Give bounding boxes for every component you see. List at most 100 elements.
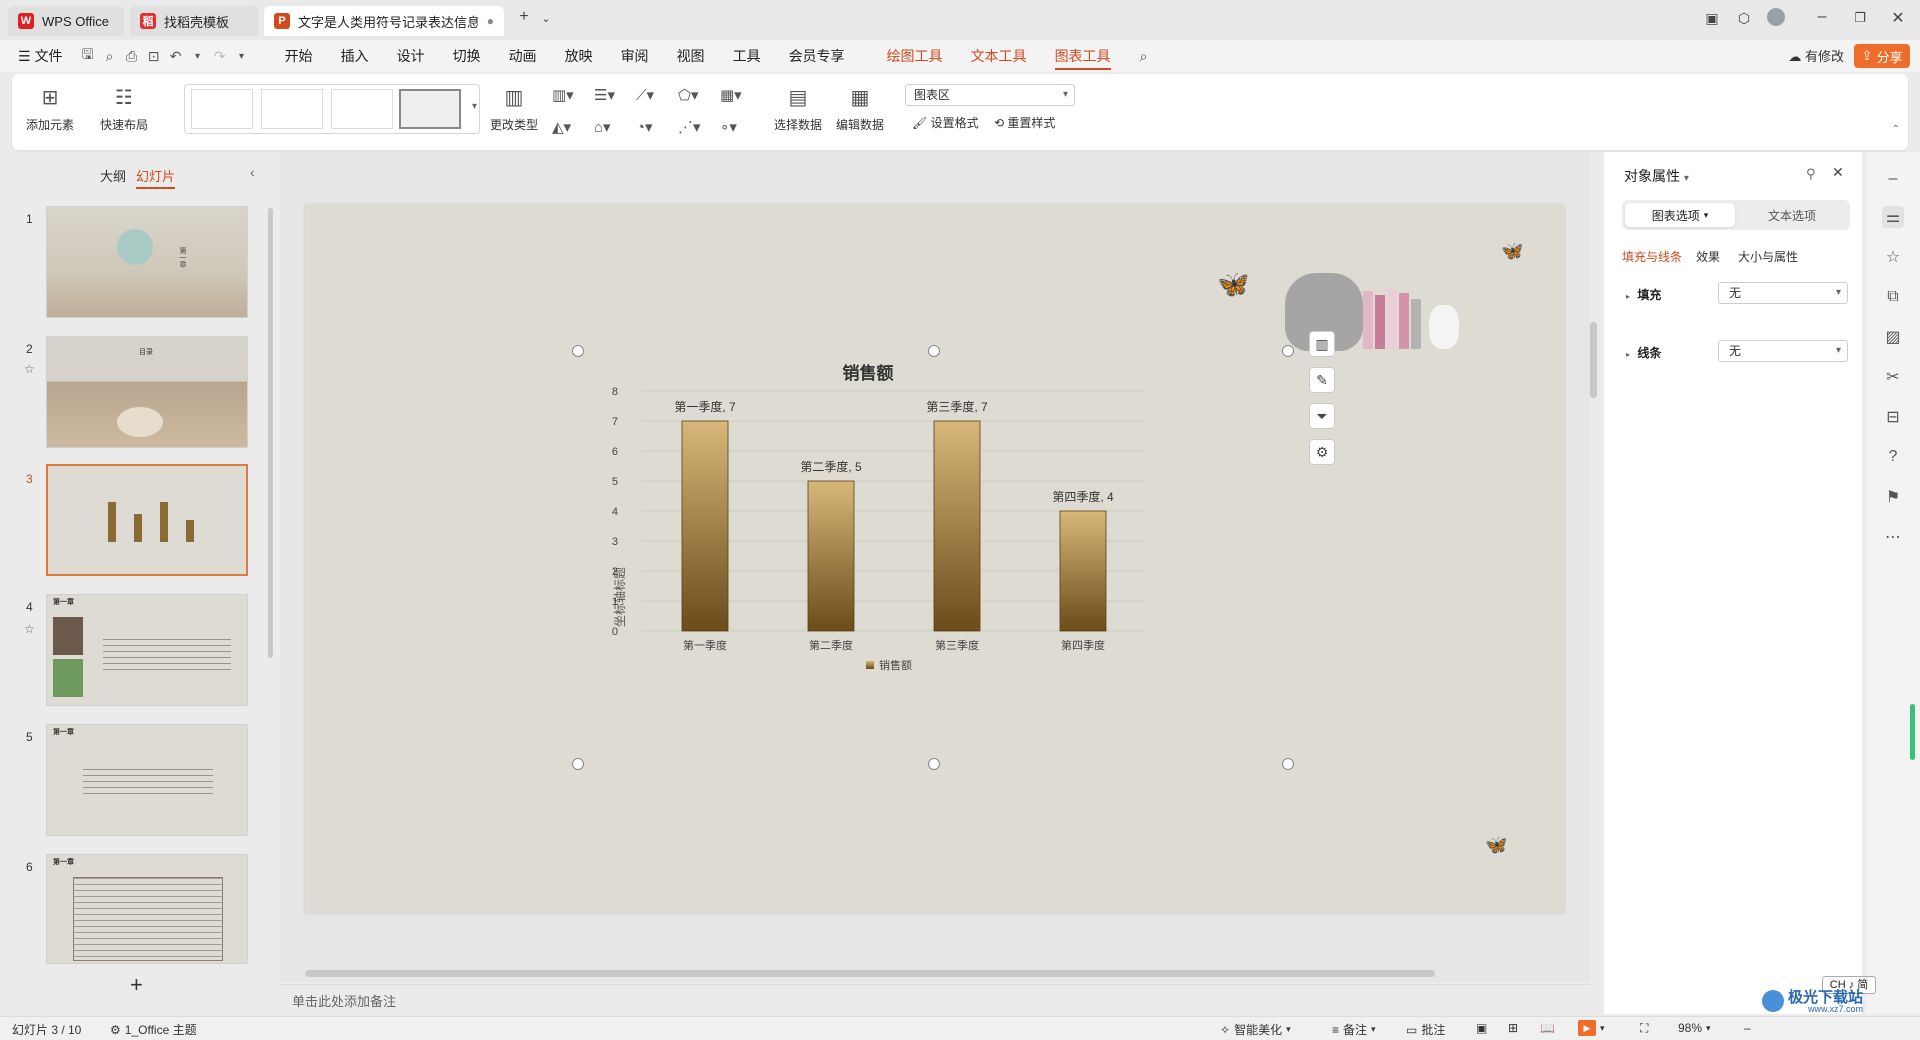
- line-select[interactable]: 无 ▾: [1718, 340, 1848, 362]
- image-icon[interactable]: ▨: [1882, 326, 1904, 348]
- notes-button[interactable]: ≡ 备注 ▾: [1332, 1021, 1376, 1038]
- tab-outline[interactable]: 大纲: [100, 166, 126, 185]
- data-label[interactable]: 第一季度, 7: [674, 399, 736, 414]
- menu-slideshow[interactable]: 放映: [551, 40, 607, 72]
- data-label[interactable]: 第三季度, 7: [926, 399, 988, 414]
- search-doc-icon[interactable]: ⌕: [99, 45, 121, 67]
- set-format-button[interactable]: 🖌 设置格式: [912, 114, 979, 131]
- bar[interactable]: [1059, 510, 1107, 632]
- chart-elements-button[interactable]: ▥: [1309, 331, 1335, 357]
- line-section[interactable]: ▸ 线条: [1626, 344, 1661, 361]
- chart-style-4[interactable]: [399, 89, 461, 129]
- size-properties-tab[interactable]: 大小与属性: [1738, 248, 1798, 265]
- minimize-icon[interactable]: –: [1810, 8, 1834, 26]
- menu-view[interactable]: 视图: [663, 40, 719, 72]
- line-chart-icon[interactable]: ⟋▾: [636, 86, 654, 104]
- chart-style-button[interactable]: ✎: [1309, 367, 1335, 393]
- star-icon[interactable]: ☆: [1882, 246, 1904, 268]
- avatar[interactable]: [1764, 8, 1788, 31]
- theme-indicator[interactable]: ⚙ 1_Office 主题: [110, 1021, 197, 1038]
- add-slide-button[interactable]: +: [130, 972, 143, 998]
- menu-start[interactable]: 开始: [271, 40, 327, 72]
- more-icon[interactable]: ⋯: [1882, 526, 1904, 548]
- play-button[interactable]: ▶ ▾: [1578, 1020, 1605, 1036]
- menu-design[interactable]: 设计: [383, 40, 439, 72]
- menu-tools[interactable]: 工具: [719, 40, 775, 72]
- slide-thumbnail-6[interactable]: 第一章: [46, 854, 248, 964]
- panel-title[interactable]: 对象属性 ▾: [1624, 166, 1689, 186]
- new-tab-button[interactable]: +: [512, 8, 536, 26]
- collapse-ribbon-icon[interactable]: ⌃: [1892, 124, 1900, 135]
- menu-chart-tools[interactable]: 图表工具: [1041, 40, 1125, 72]
- chart-options-tab[interactable]: 图表选项 ▾: [1625, 203, 1735, 227]
- tools-icon[interactable]: ✂: [1882, 366, 1904, 388]
- menu-text-tools[interactable]: 文本工具: [957, 40, 1041, 72]
- close-panel-icon[interactable]: ✕: [1832, 164, 1844, 181]
- restore-icon[interactable]: ❐: [1848, 10, 1872, 26]
- slide-panel-scrollbar[interactable]: [268, 208, 273, 658]
- print-icon[interactable]: ⎙: [121, 45, 143, 67]
- comment-button[interactable]: ▭ 批注: [1406, 1021, 1445, 1038]
- menu-review[interactable]: 审阅: [607, 40, 663, 72]
- slide-thumbnail-1[interactable]: 第一章: [46, 206, 248, 318]
- bar[interactable]: [681, 420, 729, 632]
- smart-beautify-button[interactable]: ✧ 智能美化 ▾: [1220, 1021, 1291, 1038]
- resize-handle[interactable]: [1282, 758, 1294, 770]
- chevron-down-icon[interactable]: ▾: [231, 45, 253, 67]
- pie-chart-icon[interactable]: ◔▾: [636, 118, 653, 136]
- edit-data-button[interactable]: ▦ 编辑数据: [836, 84, 884, 133]
- fill-section[interactable]: ▸ 填充: [1626, 286, 1661, 303]
- chart-title[interactable]: 销售额: [843, 363, 894, 383]
- area-chart-icon[interactable]: ◭▾: [552, 118, 571, 136]
- modified-indicator[interactable]: ☁ 有修改: [1788, 46, 1844, 65]
- select-data-button[interactable]: ▤ 选择数据: [774, 84, 822, 133]
- shirt-icon[interactable]: ⚑: [1882, 486, 1904, 508]
- stock-chart-icon[interactable]: ⌂▾: [594, 118, 611, 136]
- layout-icon[interactable]: ▣: [1700, 10, 1724, 27]
- add-element-button[interactable]: ⊞ 添加元素: [26, 84, 74, 133]
- search-icon[interactable]: ⌕: [1133, 45, 1155, 67]
- properties-icon[interactable]: ⚌: [1882, 206, 1904, 228]
- zoom-out-icon[interactable]: –: [1744, 1021, 1751, 1035]
- data-label[interactable]: 第二季度, 5: [800, 459, 862, 474]
- chart-style-3[interactable]: [331, 89, 393, 129]
- normal-view-icon[interactable]: ▣: [1476, 1021, 1487, 1035]
- resize-handle[interactable]: [1282, 345, 1294, 357]
- bar-chart-icon[interactable]: ▥▾: [552, 86, 574, 104]
- chevron-down-icon[interactable]: ⌄: [534, 12, 558, 25]
- pin-icon[interactable]: ⚲: [1806, 166, 1816, 182]
- chart-filter-button[interactable]: ⏷: [1309, 403, 1335, 429]
- slide-thumbnail-5[interactable]: 第一章: [46, 724, 248, 836]
- hbar-chart-icon[interactable]: ☰▾: [594, 86, 615, 104]
- menu-animation[interactable]: 动画: [495, 40, 551, 72]
- help-icon[interactable]: ?: [1882, 446, 1904, 468]
- fit-window-icon[interactable]: ⛶: [1640, 1021, 1648, 1036]
- bar[interactable]: [933, 420, 981, 632]
- effects-tab[interactable]: 效果: [1696, 248, 1720, 265]
- chart-element-select[interactable]: 图表区 ▾: [905, 84, 1075, 106]
- gallery-more-icon[interactable]: ▾: [472, 101, 477, 112]
- data-label[interactable]: 第四季度, 4: [1052, 489, 1114, 504]
- cube-icon[interactable]: ⬡: [1732, 10, 1756, 27]
- copy-icon[interactable]: ⧉: [1882, 286, 1904, 308]
- quick-layout-button[interactable]: ☷ 快速布局: [100, 84, 148, 133]
- menu-file[interactable]: ☰ 文件: [0, 40, 77, 72]
- notes-area[interactable]: 单击此处添加备注: [280, 984, 1590, 1014]
- reset-style-button[interactable]: ⟲ 重置样式: [994, 114, 1055, 131]
- share-button[interactable]: ⇪ 分享: [1854, 44, 1910, 68]
- bubble-chart-icon[interactable]: ∘▾: [720, 118, 737, 136]
- fill-select[interactable]: 无 ▾: [1718, 282, 1848, 304]
- radar-chart-icon[interactable]: ⬠▾: [678, 86, 699, 104]
- tab-wps-office[interactable]: W WPS Office: [8, 6, 124, 36]
- redo-icon[interactable]: ↷: [209, 45, 231, 67]
- chart-style-2[interactable]: [261, 89, 323, 129]
- chart-settings-button[interactable]: ⚙: [1309, 439, 1335, 465]
- tab-slides[interactable]: 幻灯片: [136, 166, 176, 189]
- chart-style-1[interactable]: [191, 89, 253, 129]
- undo-icon[interactable]: ↶: [165, 45, 187, 67]
- slide-thumbnail-2[interactable]: 目录: [46, 336, 248, 448]
- menu-member[interactable]: 会员专享: [775, 40, 859, 72]
- grid-view-icon[interactable]: ⊞: [1508, 1021, 1518, 1035]
- book-icon[interactable]: ⊟: [1882, 406, 1904, 428]
- fill-line-tab[interactable]: 填充与线条: [1622, 248, 1682, 265]
